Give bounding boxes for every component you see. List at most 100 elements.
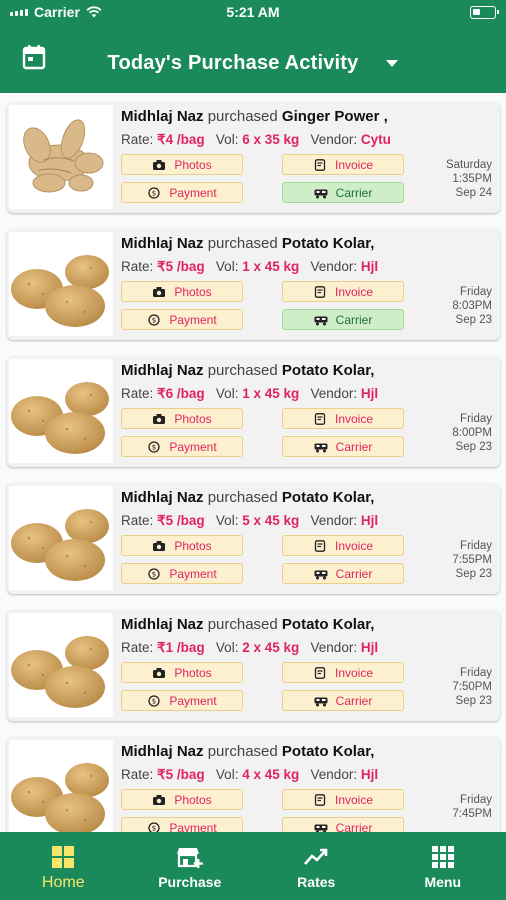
camera-icon: [153, 159, 166, 170]
timestamp: Saturday 1:35PM Sep 24: [422, 158, 492, 200]
activity-card[interactable]: Midhlaj Naz purchased Ginger Power , Rate…: [7, 102, 500, 213]
ginger-photo: [9, 105, 113, 209]
vendor-label: Vendor:: [310, 640, 358, 655]
purchase-summary: Midhlaj Naz purchased Ginger Power ,: [121, 108, 388, 125]
invoice-icon: [314, 158, 326, 171]
button-label: Photos: [174, 792, 212, 807]
button-label: Photos: [174, 284, 212, 299]
activity-card[interactable]: Midhlaj Naz purchased Potato Kolar, Rate:…: [7, 229, 500, 340]
vendor-value: Hjl: [360, 640, 379, 655]
svg-text:$: $: [152, 443, 156, 451]
payment-icon: $: [148, 821, 160, 832]
activity-list[interactable]: Midhlaj Naz purchased Ginger Power , Rate…: [0, 93, 506, 832]
payment-button[interactable]: $ Payment: [121, 817, 243, 832]
carrier-button[interactable]: Carrier: [282, 817, 404, 832]
title-dropdown[interactable]: Today's Purchase Activity: [0, 52, 506, 75]
vendor-label: Vendor:: [310, 386, 358, 401]
svg-text:$: $: [152, 189, 156, 197]
purchased-word: purchased: [207, 362, 278, 379]
payment-button[interactable]: $ Payment: [121, 436, 243, 457]
truck-icon: [314, 316, 328, 325]
button-label: Payment: [169, 312, 217, 327]
buyer-name: Midhlaj Naz: [121, 743, 204, 760]
invoice-button[interactable]: Invoice: [282, 662, 404, 683]
svg-text:$: $: [152, 697, 156, 705]
truck-icon: [314, 824, 328, 832]
photos-button[interactable]: Photos: [121, 535, 243, 556]
vendor-label: Vendor:: [310, 513, 358, 528]
purchase-details: Rate: ₹6 /bag Vol: 1 x 45 kg Vendor: Hjl: [121, 386, 378, 402]
button-label: Invoice: [334, 665, 374, 680]
payment-button[interactable]: $ Payment: [121, 690, 243, 711]
payment-button[interactable]: $ Payment: [121, 309, 243, 330]
store-add-icon: [176, 848, 203, 868]
activity-card[interactable]: Midhlaj Naz purchased Potato Kolar, Rate:…: [7, 483, 500, 594]
button-label: Carrier: [335, 312, 373, 327]
photos-button[interactable]: Photos: [121, 408, 243, 429]
vendor-value: Hjl: [360, 386, 379, 401]
timestamp-time: 1:35PM: [452, 173, 492, 185]
activity-card[interactable]: Midhlaj Naz purchased Potato Kolar, Rate:…: [7, 737, 500, 832]
timestamp-time: 7:55PM: [452, 554, 492, 566]
vol-label: Vol:: [215, 132, 239, 147]
button-label: Photos: [174, 411, 212, 426]
rate-label: Rate:: [121, 259, 154, 274]
photos-button[interactable]: Photos: [121, 662, 243, 683]
timestamp-day: Friday: [460, 413, 492, 425]
carrier-button[interactable]: Carrier: [282, 182, 404, 203]
rate-value: ₹1 /bag: [157, 640, 205, 655]
photos-button[interactable]: Photos: [121, 154, 243, 175]
invoice-button[interactable]: Invoice: [282, 535, 404, 556]
invoice-button[interactable]: Invoice: [282, 154, 404, 175]
payment-icon: $: [148, 567, 160, 580]
button-label: Carrier: [335, 820, 373, 833]
payment-button[interactable]: $ Payment: [121, 563, 243, 584]
vendor-label: Vendor:: [310, 132, 358, 147]
home-grid-icon: [52, 846, 75, 868]
carrier-button[interactable]: Carrier: [282, 309, 404, 330]
vol-value: 1 x 45 kg: [242, 386, 300, 401]
invoice-button[interactable]: Invoice: [282, 281, 404, 302]
button-label: Invoice: [334, 284, 374, 299]
activity-card[interactable]: Midhlaj Naz purchased Potato Kolar, Rate:…: [7, 610, 500, 721]
tab-home[interactable]: Home: [0, 832, 127, 900]
carrier-button[interactable]: Carrier: [282, 436, 404, 457]
invoice-icon: [314, 666, 326, 679]
potato-photo: [9, 740, 113, 832]
carrier-button[interactable]: Carrier: [282, 563, 404, 584]
payment-icon: $: [148, 186, 160, 199]
rate-label: Rate:: [121, 513, 154, 528]
camera-icon: [153, 413, 166, 424]
tab-purchase[interactable]: Purchase: [127, 832, 254, 900]
purchase-details: Rate: ₹4 /bag Vol: 6 x 35 kg Vendor: Cyt…: [121, 132, 391, 148]
button-label: Photos: [174, 665, 212, 680]
tab-menu[interactable]: Menu: [380, 832, 506, 900]
product-name: Potato Kolar,: [281, 489, 375, 506]
activity-card[interactable]: Midhlaj Naz purchased Potato Kolar, Rate:…: [7, 356, 500, 467]
button-label: Carrier: [335, 566, 373, 581]
carrier-button[interactable]: Carrier: [282, 690, 404, 711]
tab-rates[interactable]: Rates: [253, 832, 380, 900]
button-label: Invoice: [334, 538, 374, 553]
button-label: Invoice: [334, 411, 374, 426]
photos-button[interactable]: Photos: [121, 789, 243, 810]
tab-label: Home: [41, 874, 85, 891]
button-label: Carrier: [335, 693, 373, 708]
payment-button[interactable]: $ Payment: [121, 182, 243, 203]
purchased-word: purchased: [207, 108, 278, 125]
photos-button[interactable]: Photos: [121, 281, 243, 302]
buyer-name: Midhlaj Naz: [121, 235, 204, 252]
invoice-button[interactable]: Invoice: [282, 789, 404, 810]
invoice-button[interactable]: Invoice: [282, 408, 404, 429]
rate-label: Rate:: [121, 767, 154, 782]
potato-photo: [9, 359, 113, 463]
camera-icon: [153, 540, 166, 551]
potato-photo: [9, 613, 113, 717]
truck-icon: [314, 443, 328, 452]
buyer-name: Midhlaj Naz: [121, 489, 204, 506]
timestamp-date: Sep 24: [455, 187, 492, 199]
vol-label: Vol:: [215, 640, 239, 655]
vol-value: 2 x 45 kg: [242, 640, 300, 655]
camera-icon: [153, 794, 166, 805]
tab-bar: Home Purchase Rates Menu: [0, 832, 506, 900]
